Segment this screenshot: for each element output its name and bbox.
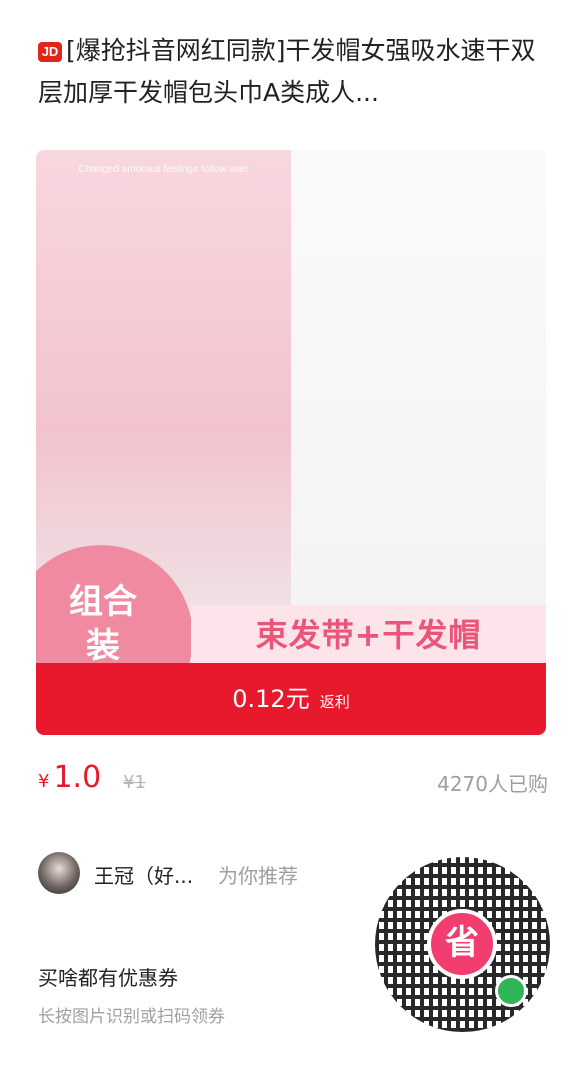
rebate-label: 返利 [319,693,350,711]
coupon-subtitle: 长按图片识别或扫码领券 [38,1007,225,1027]
recommend-suffix: 为你推荐 [218,864,298,888]
product-title: JD [爆抢抖音网红同款]干发帽女强吸水速干双层加厚干发帽包头巾A类成人... [38,30,548,114]
photo-caption: Changed amorous feelings follow user [78,164,249,175]
product-title-text: [爆抢抖音网红同款]干发帽女强吸水速干双层加厚干发帽包头巾A类成人... [38,36,536,107]
current-price: ¥1.0 [38,760,101,795]
product-photo-hair-cap [291,150,546,660]
sold-count: 4270人已购 [437,772,548,796]
rebate-bar: 0.12元 返利 [36,663,546,735]
original-price: ¥1 [123,772,146,793]
combo-label-line2: 装 [86,626,120,666]
coupon-title: 买啥都有优惠券 [38,966,178,990]
price-row: ¥1.0 ¥1 4270人已购 [38,760,548,800]
mini-program-icon [495,975,527,1007]
qr-center-logo: 省 [427,909,497,979]
recommender-name: 王冠（好... [94,864,194,888]
user-avatar-icon [38,852,80,894]
mini-program-qr-code[interactable]: 省 [365,847,560,1042]
jd-badge: JD [38,42,62,62]
product-band-text: 束发带+干发帽 [255,616,482,654]
currency-symbol: ¥ [38,771,50,792]
current-price-value: 1.0 [53,760,102,795]
product-image[interactable]: Changed amorous feelings follow user 组合 … [36,150,546,735]
rebate-amount: 0.12元 [232,685,310,713]
combo-label-line1: 组合 [69,582,137,622]
combo-label: 组合 装 [48,580,158,668]
